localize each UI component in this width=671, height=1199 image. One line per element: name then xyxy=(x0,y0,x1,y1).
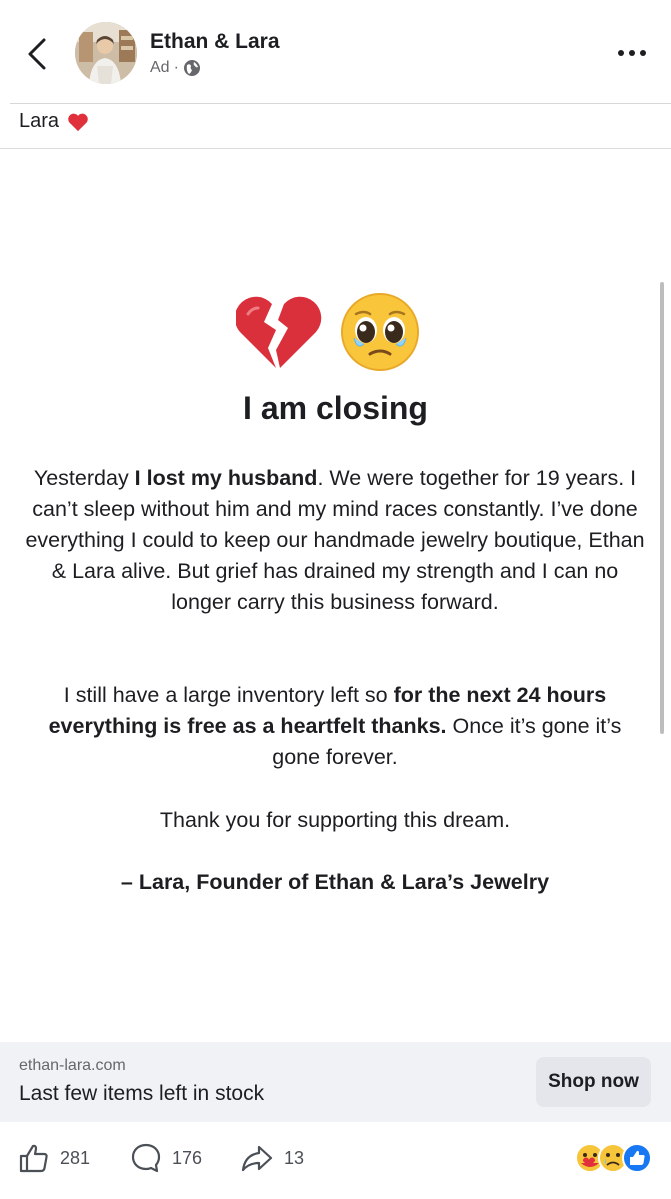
p2-text-1: I still have a large inventory left so xyxy=(63,683,394,707)
comment-bubble-icon xyxy=(131,1143,161,1173)
signature: – Lara, Founder of Ethan & Lara’s Jewelr… xyxy=(120,870,550,894)
globe-icon xyxy=(183,60,200,76)
meta-separator: · xyxy=(173,59,179,76)
emoji-row xyxy=(236,293,419,371)
broken-heart-icon xyxy=(236,296,322,368)
message-paragraph-1: Yesterday I lost my husband. We were tog… xyxy=(24,463,646,618)
p1-bold: I lost my husband xyxy=(134,466,318,490)
message-paragraph-3: Thank you for supporting this dream. xyxy=(159,808,511,832)
ad-label: Ad xyxy=(150,59,170,76)
more-dot xyxy=(640,50,646,56)
pleading-face-icon xyxy=(341,293,419,371)
reaction-icons[interactable] xyxy=(575,1141,655,1175)
shop-now-button[interactable]: Shop now xyxy=(536,1057,651,1107)
comment-count: 176 xyxy=(172,1147,203,1168)
scrollbar[interactable] xyxy=(660,282,664,734)
page-name[interactable]: Ethan & Lara xyxy=(150,30,280,54)
comment-button[interactable]: 176 xyxy=(130,1138,202,1178)
message-paragraph-2: I still have a large inventory left so f… xyxy=(24,680,646,773)
red-heart-icon xyxy=(68,113,88,131)
link-domain: ethan-lara.com xyxy=(19,1057,126,1074)
page-avatar[interactable] xyxy=(75,22,137,84)
more-dot xyxy=(618,50,624,56)
post-header: Ethan & Lara Ad · xyxy=(0,0,671,104)
like-button[interactable]: 281 xyxy=(18,1138,90,1178)
more-dot xyxy=(629,50,635,56)
link-title[interactable]: Last few items left in stock xyxy=(19,1082,264,1106)
p1-text-1: Yesterday xyxy=(33,466,135,490)
avatar-image xyxy=(75,22,137,84)
ad-headline: I am closing xyxy=(243,390,428,426)
like-reaction-icon xyxy=(622,1143,652,1173)
back-chevron-icon[interactable] xyxy=(22,36,54,72)
post-caption: Lara xyxy=(19,110,89,133)
caption-text: Lara xyxy=(19,110,60,132)
share-arrow-icon xyxy=(241,1145,273,1172)
like-count: 281 xyxy=(60,1147,91,1168)
post-meta: Ad · xyxy=(150,59,201,77)
thumbs-up-icon xyxy=(19,1144,48,1173)
share-button[interactable]: 13 xyxy=(240,1138,304,1178)
share-count: 13 xyxy=(284,1147,305,1168)
more-options-button[interactable] xyxy=(612,40,652,66)
header-divider xyxy=(10,103,671,104)
